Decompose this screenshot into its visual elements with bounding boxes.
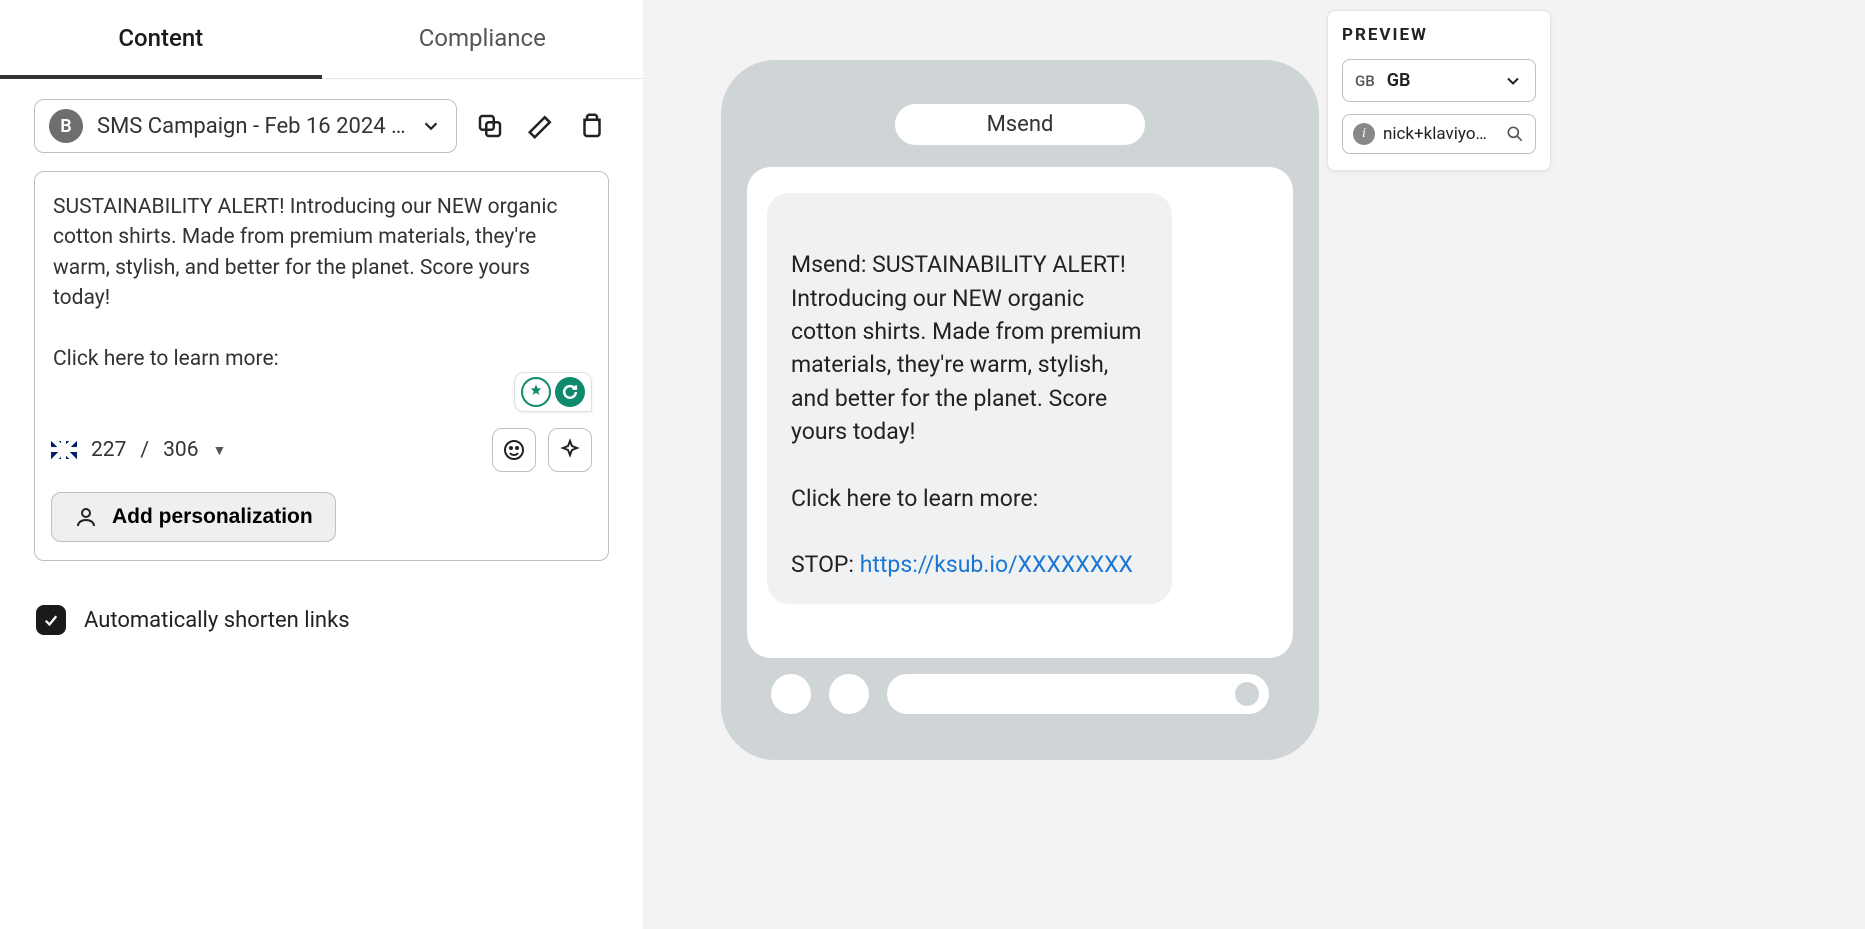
editor-footer-row: 227 / 306 ▼ [51, 428, 592, 472]
phone-footer-circle-icon [829, 674, 869, 714]
grammarly-icon[interactable] [555, 377, 585, 407]
phone-body: Msend: SUSTAINABILITY ALERT! Introducing… [747, 167, 1293, 658]
preview-profile-name: nick+klaviyo… [1383, 124, 1497, 144]
search-icon [1505, 124, 1525, 144]
edit-button[interactable] [524, 104, 559, 148]
pencil-icon [526, 111, 556, 141]
preview-settings-panel: PREVIEW GB GB i nick+klaviyo… [1327, 10, 1551, 171]
country-name: GB [1387, 70, 1411, 91]
add-personalization-label: Add personalization [112, 505, 313, 529]
chevron-down-icon [1503, 71, 1523, 91]
campaign-select[interactable]: B SMS Campaign - Feb 16 2024 … [34, 99, 457, 153]
phone-footer-circle-icon [771, 674, 811, 714]
shorten-links-row: Automatically shorten links [36, 605, 609, 635]
sms-stop-prefix: STOP: [791, 551, 860, 578]
info-icon: i [1353, 123, 1375, 145]
uk-flag-icon [51, 441, 77, 459]
delete-button[interactable] [574, 104, 609, 148]
phone-header: Msend [747, 86, 1293, 167]
phone-frame: Msend Msend: SUSTAINABILITY ALERT! Intro… [721, 60, 1319, 760]
phone-footer [747, 658, 1293, 730]
copy-icon [475, 111, 505, 141]
preview-profile-select[interactable]: i nick+klaviyo… [1342, 114, 1536, 154]
char-used: 227 [91, 438, 126, 462]
phone-screen: Msend: SUSTAINABILITY ALERT! Introducing… [747, 167, 1293, 658]
char-total: 306 [163, 438, 198, 462]
check-icon [42, 611, 60, 629]
preview-title: PREVIEW [1342, 25, 1536, 45]
emoji-icon [502, 438, 526, 462]
country-select[interactable]: GB GB [1342, 59, 1536, 102]
country-code: GB [1355, 72, 1375, 90]
char-counter: 227 / 306 ▼ [51, 438, 226, 462]
editor-panel: Content Compliance B SMS Campaign - Feb … [0, 0, 643, 929]
tabs: Content Compliance [0, 0, 643, 79]
sms-bubble-text: Msend: SUSTAINABILITY ALERT! Introducing… [791, 251, 1141, 511]
shorten-links-label: Automatically shorten links [84, 608, 350, 633]
sparkle-icon [558, 438, 582, 462]
campaign-name: SMS Campaign - Feb 16 2024 … [97, 114, 406, 139]
tab-content-label: Content [118, 24, 203, 52]
sms-stop-link[interactable]: https://ksub.io/XXXXXXXX [860, 551, 1133, 578]
sms-bubble: Msend: SUSTAINABILITY ALERT! Introducing… [767, 193, 1172, 604]
ai-button[interactable] [548, 428, 592, 472]
country-left: GB GB [1355, 70, 1410, 91]
campaign-row: B SMS Campaign - Feb 16 2024 … [34, 99, 609, 153]
add-personalization-button[interactable]: Add personalization [51, 492, 336, 542]
message-textarea[interactable]: SUSTAINABILITY ALERT! Introducing our NE… [51, 188, 592, 388]
char-counter-caret-icon[interactable]: ▼ [213, 442, 227, 459]
message-editor: SUSTAINABILITY ALERT! Introducing our NE… [34, 171, 609, 561]
tab-compliance-label: Compliance [419, 24, 546, 52]
char-sep: / [140, 438, 149, 462]
person-icon [74, 505, 98, 529]
phone-preview: Msend Msend: SUSTAINABILITY ALERT! Intro… [721, 60, 1319, 760]
chevron-down-icon [420, 115, 442, 137]
preview-pane: Msend Msend: SUSTAINABILITY ALERT! Intro… [643, 0, 1865, 929]
tab-compliance[interactable]: Compliance [322, 0, 644, 78]
emoji-button[interactable] [492, 428, 536, 472]
phone-sender: Msend [895, 104, 1146, 145]
suggestion-icon[interactable] [521, 377, 551, 407]
phone-input-pill [887, 674, 1269, 714]
copy-button[interactable] [473, 104, 508, 148]
tab-content[interactable]: Content [0, 0, 322, 78]
editor-body: B SMS Campaign - Feb 16 2024 … SUSTAINAB… [0, 79, 643, 635]
editor-footer-actions [492, 428, 592, 472]
trash-icon [577, 111, 607, 141]
assistant-badges [514, 372, 592, 412]
shorten-links-checkbox[interactable] [36, 605, 66, 635]
variant-badge: B [49, 109, 83, 143]
